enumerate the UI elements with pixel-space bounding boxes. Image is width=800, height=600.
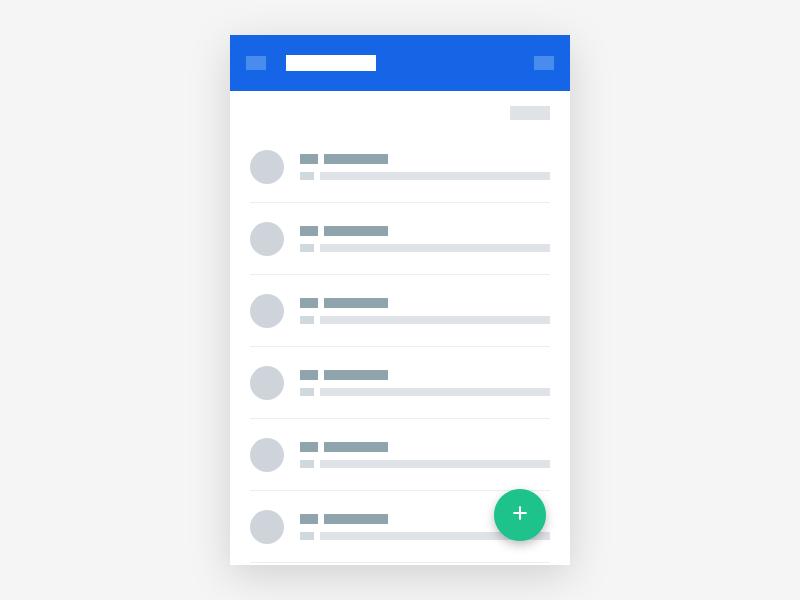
list-item-text [300, 226, 550, 252]
plus-icon [510, 503, 530, 527]
menu-icon[interactable] [246, 56, 266, 70]
primary-line [300, 154, 550, 164]
app-frame: + [230, 35, 570, 565]
primary-line [300, 298, 550, 308]
primary-line [300, 442, 550, 452]
section-label [510, 106, 550, 120]
secondary-line [300, 172, 550, 180]
list-item[interactable] [250, 419, 550, 491]
avatar-icon [250, 366, 284, 400]
avatar-icon [250, 150, 284, 184]
avatar-icon [250, 510, 284, 544]
section-header [250, 101, 550, 125]
list-item-text [300, 370, 550, 396]
avatar-icon [250, 222, 284, 256]
primary-line [300, 370, 550, 380]
avatar-icon [250, 438, 284, 472]
section-label-text [510, 106, 511, 107]
list-item-text [300, 442, 550, 468]
appbar-title-text [286, 55, 287, 56]
appbar-title [286, 55, 376, 71]
secondary-line [300, 316, 550, 324]
primary-line [300, 226, 550, 236]
appbar [230, 35, 570, 91]
fab-add-button[interactable]: + [494, 489, 546, 541]
secondary-line [300, 244, 550, 252]
list-item-text [300, 298, 550, 324]
list-item[interactable] [250, 275, 550, 347]
list-item[interactable] [250, 347, 550, 419]
list-item-text [300, 154, 550, 180]
avatar-icon [250, 294, 284, 328]
list-item[interactable] [250, 131, 550, 203]
list-item[interactable] [250, 203, 550, 275]
secondary-line [300, 388, 550, 396]
more-icon[interactable] [534, 56, 554, 70]
secondary-line [300, 460, 550, 468]
